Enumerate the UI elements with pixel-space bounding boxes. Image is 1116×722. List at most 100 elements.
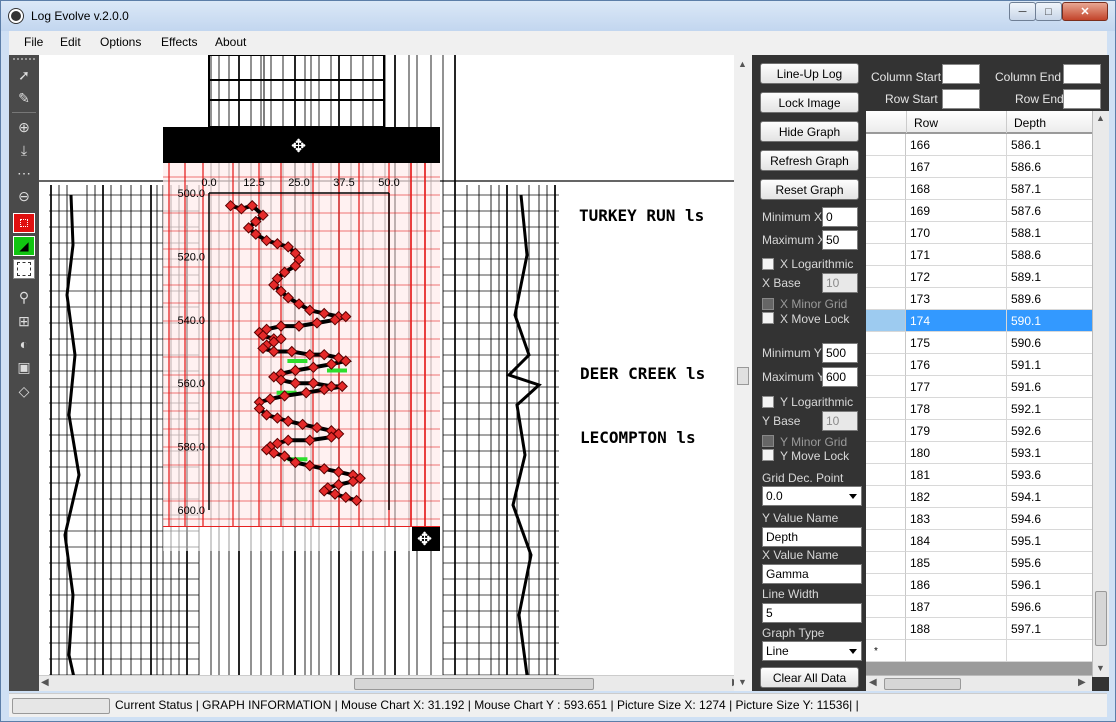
x-logarithmic-checkbox[interactable] [762, 258, 774, 270]
graph-resize-handle[interactable]: ✥ [412, 527, 440, 551]
row-cell[interactable]: 184 [906, 530, 1007, 552]
scroll-thumb[interactable] [1095, 591, 1107, 646]
grid-vertical-scrollbar[interactable]: ▲ ▼ [1092, 111, 1109, 677]
row-selector[interactable] [866, 618, 906, 640]
depth-cell[interactable]: 597.1 [1007, 618, 1092, 640]
table-row[interactable]: 170 588.1 [866, 222, 1092, 244]
y-move-lock-checkbox[interactable] [762, 449, 774, 461]
row-start-field[interactable] [942, 89, 980, 109]
x-move-lock-checkbox[interactable] [762, 312, 774, 324]
row-selector[interactable] [866, 266, 906, 288]
row-cell[interactable]: 170 [906, 222, 1007, 244]
title-bar[interactable]: Log Evolve v.2.0.0 ─ □ ✕ [1, 1, 1115, 31]
y-minor-grid-checkbox[interactable] [762, 435, 774, 447]
canvas-horizontal-scrollbar[interactable]: ◀ ▶ [39, 675, 745, 691]
menu-about[interactable]: About [215, 35, 246, 49]
row-cell[interactable]: 174 [906, 310, 1007, 332]
maximize-button[interactable]: □ [1035, 2, 1062, 21]
table-row[interactable]: 187 596.6 [866, 596, 1092, 618]
max-y-field[interactable]: 600 [822, 367, 858, 387]
row-selector[interactable] [866, 508, 906, 530]
depth-cell[interactable]: 593.1 [1007, 442, 1092, 464]
zoom-in-icon[interactable]: ⊕ [13, 117, 35, 137]
table-row[interactable]: 179 592.6 [866, 420, 1092, 442]
table-row[interactable]: 169 587.6 [866, 200, 1092, 222]
graph-plot[interactable]: 0.0 12.5 25.0 37.5 50.0500.0520.0540.0560.05… [163, 163, 440, 527]
camera-icon[interactable]: ▣ [13, 357, 35, 377]
splitter-grip[interactable] [737, 367, 749, 385]
max-x-field[interactable]: 50 [822, 230, 858, 250]
new-row[interactable]: * [866, 640, 1092, 662]
row-cell[interactable]: 185 [906, 552, 1007, 574]
depth-cell[interactable]: 594.1 [1007, 486, 1092, 508]
row-selector[interactable] [866, 200, 906, 222]
row-selector[interactable] [866, 310, 906, 332]
zoom-out-icon[interactable]: ⊖ [13, 186, 35, 206]
column-start-field[interactable] [942, 64, 980, 84]
table-row[interactable]: 178 592.1 [866, 398, 1092, 420]
min-y-field[interactable]: 500 [822, 343, 858, 363]
table-row[interactable]: 188 597.1 [866, 618, 1092, 640]
scroll-down-icon[interactable]: ▼ [1096, 663, 1105, 673]
depth-cell[interactable]: 587.6 [1007, 200, 1092, 222]
line-width-field[interactable]: 5 [762, 603, 862, 623]
table-row[interactable]: 173 589.6 [866, 288, 1092, 310]
scroll-thumb[interactable] [884, 678, 961, 690]
hide-graph-button[interactable]: Hide Graph [760, 121, 859, 142]
depth-cell[interactable]: 595.1 [1007, 530, 1092, 552]
row-cell[interactable]: 181 [906, 464, 1007, 486]
table-row[interactable]: 175 590.6 [866, 332, 1092, 354]
row-cell[interactable]: 168 [906, 178, 1007, 200]
row-cell[interactable]: 167 [906, 156, 1007, 178]
depth-cell[interactable]: 588.1 [1007, 222, 1092, 244]
table-row[interactable]: 180 593.1 [866, 442, 1092, 464]
graph-type-select[interactable]: Line [762, 641, 862, 661]
depth-cell[interactable]: 589.1 [1007, 266, 1092, 288]
row-cell[interactable] [906, 640, 1007, 662]
row-selector[interactable] [866, 376, 906, 398]
depth-cell[interactable]: 591.6 [1007, 376, 1092, 398]
min-x-field[interactable]: 0 [822, 207, 858, 227]
column-end-field[interactable] [1063, 64, 1101, 84]
graph-drag-bar[interactable]: ✥ [163, 127, 440, 163]
depth-cell[interactable]: 586.1 [1007, 134, 1092, 156]
depth-cell[interactable]: 595.6 [1007, 552, 1092, 574]
row-cell[interactable]: 175 [906, 332, 1007, 354]
scroll-up-icon[interactable]: ▲ [738, 59, 747, 69]
refresh-graph-button[interactable]: Refresh Graph [760, 150, 859, 171]
row-selector[interactable] [866, 222, 906, 244]
depth-cell[interactable]: 590.6 [1007, 332, 1092, 354]
table-row[interactable]: 171 588.6 [866, 244, 1092, 266]
close-button[interactable]: ✕ [1062, 2, 1108, 21]
row-selector[interactable] [866, 244, 906, 266]
depth-cell[interactable]: 593.6 [1007, 464, 1092, 486]
table-row[interactable]: 174 590.1 [866, 310, 1092, 332]
x-value-name-field[interactable]: Gamma [762, 564, 862, 584]
table-row[interactable]: 182 594.1 [866, 486, 1092, 508]
table-row[interactable]: 186 596.1 [866, 574, 1092, 596]
lock-image-button[interactable]: Lock Image [760, 92, 859, 113]
row-selector[interactable]: * [866, 640, 906, 662]
row-cell[interactable]: 172 [906, 266, 1007, 288]
x-base-field[interactable]: 10 [822, 273, 858, 293]
arrow-select-icon[interactable]: ➚ [13, 65, 35, 85]
diamond-icon[interactable]: ◇ [13, 381, 35, 401]
row-cell[interactable]: 183 [906, 508, 1007, 530]
scroll-up-icon[interactable]: ▲ [1096, 113, 1105, 123]
row-selector[interactable] [866, 486, 906, 508]
table-row[interactable]: 184 595.1 [866, 530, 1092, 552]
row-selector[interactable] [866, 134, 906, 156]
row-cell[interactable]: 179 [906, 420, 1007, 442]
row-selector[interactable] [866, 442, 906, 464]
line-up-log-button[interactable]: Line-Up Log [760, 63, 859, 84]
row-cell[interactable]: 180 [906, 442, 1007, 464]
table-row[interactable]: 183 594.6 [866, 508, 1092, 530]
scroll-thumb[interactable] [354, 678, 594, 690]
marquee-select-icon[interactable] [13, 259, 35, 279]
grid-dec-point-select[interactable]: 0.0 [762, 486, 862, 506]
y-logarithmic-checkbox[interactable] [762, 396, 774, 408]
table-row[interactable]: 167 586.6 [866, 156, 1092, 178]
clear-all-data-button[interactable]: Clear All Data [760, 667, 859, 688]
table-row[interactable]: 185 595.6 [866, 552, 1092, 574]
grid-horizontal-scrollbar[interactable]: ◀ ▶ [866, 675, 1092, 691]
